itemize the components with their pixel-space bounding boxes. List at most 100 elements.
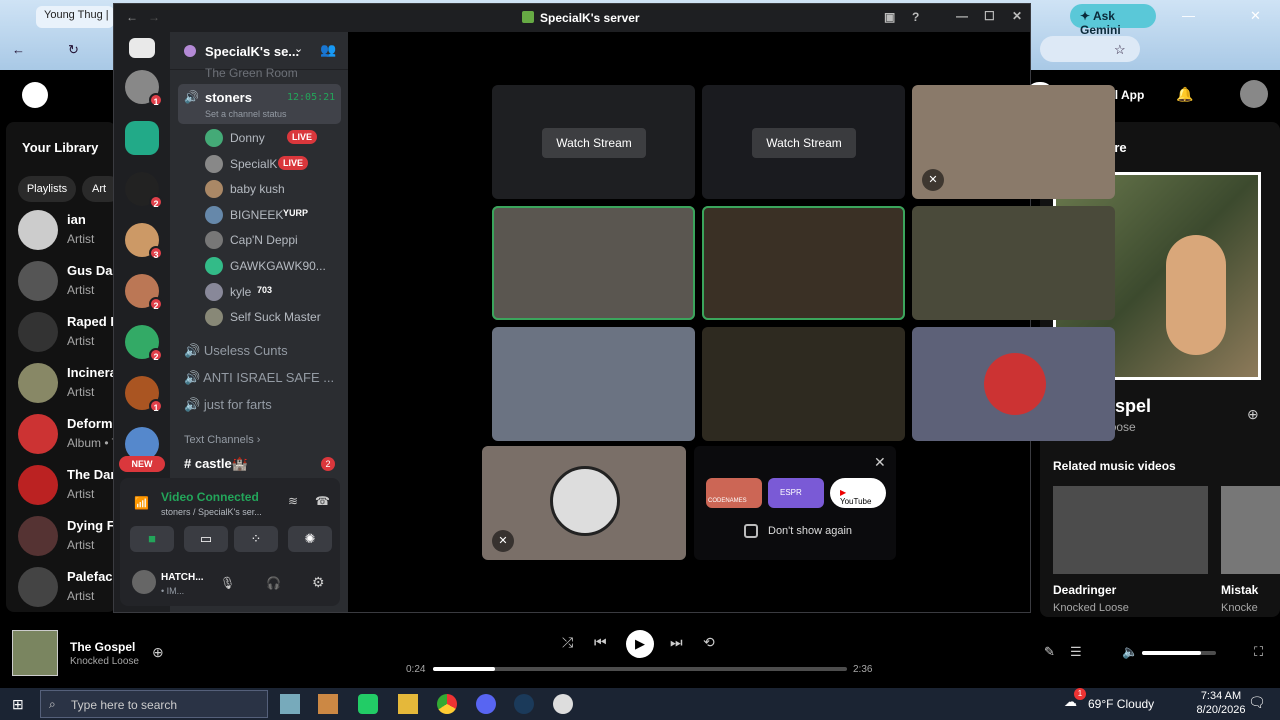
server-icon[interactable]: 2 — [125, 325, 163, 362]
activities-button[interactable]: ⁘ — [234, 526, 278, 552]
bell-icon[interactable]: 🔔 — [1176, 86, 1193, 103]
taskbar-app-icon[interactable] — [318, 694, 338, 714]
server-header[interactable]: SpecialK's se... ⌄ 👥 — [170, 32, 348, 70]
steam-icon[interactable] — [514, 694, 534, 714]
play-button[interactable]: ▶ — [626, 630, 654, 658]
weather-text[interactable]: 69°F Cloudy — [1088, 697, 1154, 711]
disconnect-icon[interactable]: ☎ — [315, 494, 330, 508]
previous-icon[interactable]: ⏮ — [594, 634, 607, 651]
discord-home-icon[interactable] — [129, 38, 155, 58]
server-icon[interactable]: 2 — [125, 172, 163, 209]
queue-icon[interactable]: ☰ — [1070, 644, 1082, 660]
text-channels-header[interactable]: Text Channels › — [184, 434, 260, 446]
signal-icon[interactable]: 📶 — [134, 496, 149, 510]
channel-castle[interactable]: # castle🏰 — [184, 456, 248, 472]
help-icon[interactable]: ? — [912, 10, 919, 24]
server-icon[interactable]: 1 — [125, 70, 163, 107]
player-artist[interactable]: Knocked Loose — [70, 656, 139, 667]
voice-user[interactable]: Cap'N Deppi — [205, 229, 345, 251]
folder-icon[interactable] — [398, 694, 418, 714]
volume-slider[interactable] — [1142, 651, 1216, 655]
add-member-icon[interactable]: 👥 — [320, 42, 336, 58]
maximize-icon[interactable]: ☐ — [984, 9, 995, 23]
watch-stream-button[interactable]: Watch Stream — [752, 128, 856, 158]
library-item[interactable]: Dying Fo Artist — [18, 516, 128, 560]
library-item[interactable]: The Dar Artist — [18, 465, 128, 509]
headphones-icon[interactable]: 🎧 — [266, 576, 281, 590]
participant-video-tile[interactable] — [492, 327, 695, 441]
gear-icon[interactable]: ⚙ — [312, 574, 325, 591]
bookmark-star-icon[interactable]: ☆ — [1114, 42, 1126, 58]
server-icon[interactable]: 1 — [125, 376, 163, 413]
shuffle-icon[interactable]: ⤮ — [562, 634, 573, 651]
windows-start-icon[interactable]: ⊞ — [12, 696, 24, 713]
set-status-link[interactable]: Set a channel status — [205, 109, 287, 119]
video-thumbnail[interactable] — [1053, 486, 1208, 574]
spotify-logo[interactable] — [22, 82, 48, 108]
minimize-icon[interactable]: — — [956, 9, 968, 23]
voice-user[interactable]: BIGNEEK YURP — [205, 204, 345, 226]
stream-tile[interactable]: Watch Stream — [702, 85, 905, 199]
library-item[interactable]: Gus Dap Artist — [18, 261, 128, 305]
activity-youtube[interactable]: ▶ YouTube — [830, 478, 886, 508]
taskbar-app-icon[interactable] — [280, 694, 300, 714]
library-item[interactable]: Paleface Artist — [18, 567, 128, 611]
server-icon[interactable]: 2 — [125, 274, 163, 311]
voice-user[interactable]: Self Suck Master — [205, 306, 345, 328]
close-icon[interactable]: ✕ — [1250, 8, 1261, 24]
user-avatar[interactable] — [132, 570, 156, 594]
repeat-icon[interactable]: ⟲ — [703, 634, 715, 651]
minimize-icon[interactable]: — — [1182, 8, 1195, 23]
close-icon[interactable]: ✕ — [1012, 9, 1022, 23]
chrome-icon[interactable] — [437, 694, 457, 714]
clock-time[interactable]: 7:34 AM — [1196, 690, 1246, 702]
participant-video-tile[interactable] — [702, 327, 905, 441]
browser-tab[interactable]: Young Thug | — [36, 6, 114, 28]
watch-stream-button[interactable]: Watch Stream — [542, 128, 646, 158]
close-icon[interactable]: ✕ — [874, 454, 886, 471]
video-title[interactable]: Deadringer — [1053, 583, 1116, 597]
voice-channel-stoners[interactable]: 🔊 stoners 12:05:21 Set a channel status — [178, 84, 341, 124]
player-album-art[interactable] — [12, 630, 58, 676]
soundboard-button[interactable]: ✺ — [288, 526, 332, 552]
server-icon[interactable]: 3 — [125, 223, 163, 260]
participant-video-tile[interactable] — [702, 206, 905, 320]
discord-icon[interactable] — [476, 694, 496, 714]
library-item[interactable]: ian Artist — [18, 210, 128, 254]
voice-user[interactable]: kyle 703 — [205, 281, 345, 303]
inbox-icon[interactable]: ▣ — [884, 10, 895, 24]
avatar[interactable] — [1240, 80, 1268, 108]
video-thumbnail[interactable] — [1221, 486, 1280, 574]
voice-user[interactable]: baby kush — [205, 178, 345, 200]
voice-channel[interactable]: 🔊 just for farts — [184, 397, 272, 413]
self-video-tile[interactable]: ✕ — [482, 446, 686, 560]
ask-gemini-button[interactable]: ✦ Ask Gemini — [1070, 4, 1156, 37]
voice-user[interactable]: GAWKGAWK90... — [205, 255, 345, 277]
back-icon[interactable]: ← — [12, 42, 25, 57]
taskbar-app-icon[interactable] — [358, 694, 378, 714]
notification-icon[interactable]: 🗨 — [1248, 694, 1266, 711]
library-item[interactable]: Deformi Album • T — [18, 414, 128, 458]
server-icon[interactable] — [125, 121, 159, 155]
voice-location[interactable]: stoners / SpecialK's ser... — [161, 507, 262, 517]
volume-icon[interactable]: 🔈 — [1122, 644, 1138, 660]
add-icon[interactable]: ⊕ — [1247, 406, 1259, 423]
channel-green-room[interactable]: The Green Room — [205, 66, 298, 80]
stream-tile[interactable]: Watch Stream — [492, 85, 695, 199]
player-title[interactable]: The Gospel — [70, 640, 135, 654]
library-item[interactable]: Raped B Artist — [18, 312, 128, 356]
back-icon[interactable]: ← — [126, 10, 138, 24]
filter-playlists[interactable]: Playlists — [18, 176, 76, 202]
search-box[interactable]: ⌕ Type here to search — [40, 690, 268, 718]
clock-date[interactable]: 8/20/2026 — [1190, 704, 1252, 716]
activity-espr[interactable]: ESPR — [768, 478, 824, 508]
taskbar-app-icon[interactable] — [553, 694, 573, 714]
fullscreen-icon[interactable]: ⛶ — [1254, 644, 1263, 660]
microphone-icon[interactable]: 🎙 — [220, 576, 235, 590]
progress-bar[interactable] — [433, 667, 847, 671]
camera-button[interactable]: ■ — [130, 526, 174, 552]
voice-user[interactable]: Donny LIVE — [205, 127, 345, 149]
lyrics-icon[interactable]: ✎ — [1044, 644, 1055, 660]
participant-video-tile[interactable] — [492, 206, 695, 320]
screen-share-button[interactable]: ▭ — [184, 526, 228, 552]
